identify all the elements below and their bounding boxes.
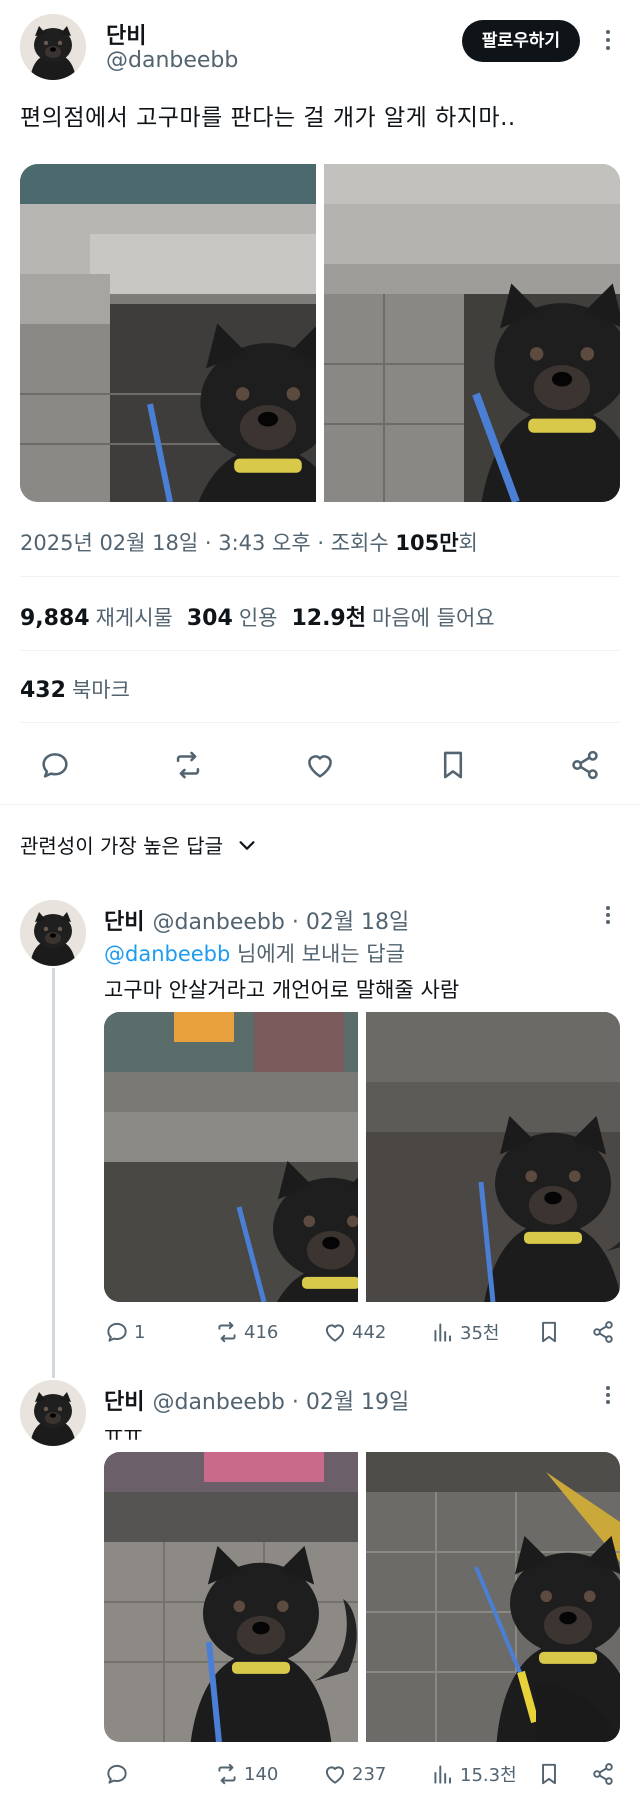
reply-action-bar: 140 237 15.3천 [104, 1758, 624, 1790]
reply-header: 단비 @danbeebb · 02월 19일 [104, 1384, 409, 1416]
reply-header: 단비 @danbeebb · 02월 18일 [104, 904, 409, 936]
post-photo-2[interactable] [324, 164, 620, 502]
reply-sort-label[interactable]: 관련성이 가장 높은 답글 [20, 830, 223, 859]
reply-photo-1[interactable] [104, 1452, 358, 1742]
bookmark-stat[interactable]: 432 북마크 [20, 674, 130, 704]
post-text: 편의점에서 고구마를 판다는 걸 개가 알게 하지마.. [20, 105, 516, 131]
share-icon [590, 1319, 616, 1345]
reply-button[interactable]: 1 [104, 1316, 145, 1348]
reply-author-handle[interactable]: @danbeebb [152, 910, 284, 935]
divider [0, 804, 640, 805]
reply-author-name[interactable]: 단비 [104, 1390, 144, 1415]
avatar[interactable] [20, 14, 86, 80]
post-header: 단비 @danbeebb 팔로우하기 [20, 14, 620, 84]
like-button[interactable]: 442 [322, 1316, 386, 1348]
view-suffix: 회 [458, 531, 478, 555]
author-handle[interactable]: @danbeebb [106, 48, 238, 73]
post-timestamp[interactable]: 2025년 02월 18일 · 3:43 오후 · 조회수 [20, 531, 395, 555]
repost-stat[interactable]: 9,884 재게시물 [20, 602, 173, 632]
reply-date[interactable]: · 02월 18일 [292, 910, 409, 935]
post-stats: 9,884 재게시물 304 인용 12.9천 마음에 들어요 [20, 600, 495, 632]
replying-to: @danbeebb 님에게 보내는 답글 [104, 942, 405, 966]
like-icon [322, 1319, 348, 1345]
reply-action-bar: 1 416 442 35천 [104, 1316, 624, 1348]
post-meta: 2025년 02월 18일 · 3:43 오후 · 조회수 105만회 [20, 527, 478, 557]
reply-photo-2[interactable] [366, 1012, 620, 1302]
share-button[interactable] [590, 1758, 616, 1790]
avatar[interactable] [20, 1380, 86, 1446]
bookmark-button[interactable] [536, 1758, 562, 1790]
views-icon [430, 1761, 456, 1787]
share-button[interactable] [590, 1316, 616, 1348]
more-options-icon[interactable] [596, 28, 620, 52]
reply-icon[interactable] [30, 740, 80, 790]
repost-icon [214, 1761, 240, 1787]
reply-photo-1[interactable] [104, 1012, 358, 1302]
follow-button[interactable]: 팔로우하기 [461, 20, 580, 62]
views-button[interactable]: 15.3천 [430, 1758, 517, 1790]
post-media [20, 164, 620, 502]
divider [20, 576, 620, 577]
reply-text: ㅠㅠ [104, 1422, 143, 1446]
views-icon [430, 1319, 456, 1345]
reply-author-handle[interactable]: @danbeebb [152, 1390, 284, 1415]
avatar[interactable] [20, 900, 86, 966]
bookmark-icon[interactable] [428, 740, 478, 790]
reply-text: 고구마 안살거라고 개언어로 말해줄 사람 [104, 978, 460, 1002]
reply-media [104, 1012, 620, 1302]
reply-icon [104, 1761, 130, 1787]
reply-photo-2[interactable] [366, 1452, 620, 1742]
divider [20, 722, 620, 723]
view-count: 105만 [395, 531, 459, 555]
chevron-down-icon[interactable] [236, 834, 258, 856]
views-button[interactable]: 35천 [430, 1316, 499, 1348]
reply-date[interactable]: · 02월 19일 [292, 1390, 409, 1415]
reply-item[interactable]: 단비 @danbeebb · 02월 18일 @danbeebb 님에게 보내는 … [20, 900, 620, 1344]
reply-item[interactable]: 단비 @danbeebb · 02월 19일 ㅠㅠ 140 237 15.3천 [20, 1380, 620, 1793]
repost-button[interactable]: 140 [214, 1758, 278, 1790]
like-button[interactable]: 237 [322, 1758, 386, 1790]
post-action-bar [30, 740, 610, 790]
more-options-icon[interactable] [596, 904, 620, 928]
bookmark-icon [536, 1319, 562, 1345]
repost-icon [214, 1319, 240, 1345]
reply-button[interactable] [104, 1758, 134, 1790]
reply-author-name[interactable]: 단비 [104, 910, 144, 935]
repost-button[interactable]: 416 [214, 1316, 278, 1348]
divider [20, 650, 620, 651]
bookmark-button[interactable] [536, 1316, 562, 1348]
like-stat[interactable]: 12.9천 마음에 들어요 [291, 600, 494, 632]
share-icon [590, 1761, 616, 1787]
repost-icon[interactable] [163, 740, 213, 790]
bookmark-icon [536, 1761, 562, 1787]
reply-media [104, 1452, 620, 1742]
share-icon[interactable] [560, 740, 610, 790]
post-photo-1[interactable] [20, 164, 316, 502]
more-options-icon[interactable] [596, 1384, 620, 1408]
quote-stat[interactable]: 304 인용 [187, 602, 278, 632]
mention-link[interactable]: @danbeebb [104, 942, 230, 966]
reply-icon [104, 1319, 130, 1345]
like-icon [322, 1761, 348, 1787]
author-name[interactable]: 단비 [106, 18, 146, 50]
like-icon[interactable] [295, 740, 345, 790]
